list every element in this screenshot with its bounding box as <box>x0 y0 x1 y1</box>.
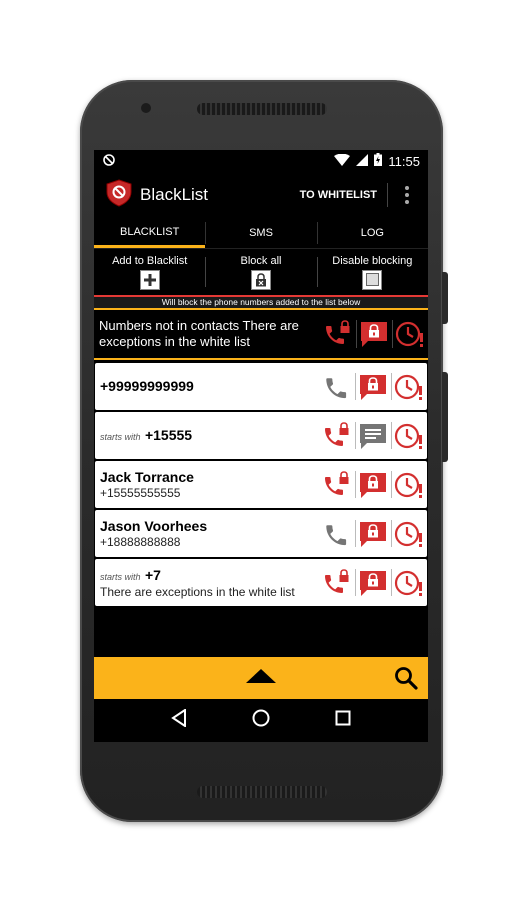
clock-time: 11:55 <box>388 153 420 169</box>
signal-icon <box>356 153 369 169</box>
sms-blocked-icon[interactable] <box>355 363 391 410</box>
app-bar: BlackList TO WHITELIST <box>94 172 428 218</box>
list-item-number: +7 <box>144 566 161 583</box>
phone-side-button <box>442 272 448 324</box>
phone-camera <box>141 103 151 113</box>
sms-blocked-icon[interactable] <box>355 461 391 508</box>
sms-allowed-icon[interactable] <box>355 412 391 459</box>
call-blocked-icon[interactable] <box>319 559 355 606</box>
recents-icon[interactable] <box>335 710 351 731</box>
bottom-bar <box>94 657 428 699</box>
phone-volume-button <box>442 372 448 462</box>
schedule-icon[interactable] <box>391 510 427 557</box>
schedule-icon[interactable] <box>391 461 427 508</box>
sms-blocked-icon[interactable] <box>355 559 391 606</box>
row-icons <box>319 510 427 557</box>
tab-blacklist[interactable]: BLACKLIST <box>94 218 206 248</box>
wifi-icon <box>334 153 351 169</box>
contact-number: +18888888888 <box>100 534 181 549</box>
tab-bar: BLACKLIST SMS LOG <box>94 218 428 248</box>
contact-name: Jack Torrance <box>100 468 194 485</box>
app-logo-icon <box>106 178 132 212</box>
action-bar: Add to Blacklist Block all Disable block… <box>94 248 428 295</box>
block-all-label: Block all <box>240 254 282 267</box>
list-item-number: +99999999999 <box>100 377 194 394</box>
call-blocked-icon[interactable] <box>319 412 355 459</box>
row-icons <box>319 559 427 606</box>
lock-icon <box>250 269 271 290</box>
list-item[interactable]: Jack Torrance +15555555555 <box>95 461 427 508</box>
block-all-button[interactable]: Block all <box>205 249 316 295</box>
schedule-icon[interactable] <box>391 559 427 606</box>
contact-number: +15555555555 <box>100 485 181 500</box>
blacklist-list: Numbers not in contacts There are except… <box>94 310 428 606</box>
back-icon[interactable] <box>171 708 187 732</box>
schedule-icon[interactable] <box>392 310 428 358</box>
phone-top-speaker <box>197 103 327 115</box>
call-blocked-icon[interactable] <box>319 461 355 508</box>
list-item-text: starts with +7 There are exceptions in t… <box>95 566 319 600</box>
status-bar: 11:55 <box>94 150 428 172</box>
contact-name: Jason Voorhees <box>100 517 208 534</box>
battery-icon <box>374 153 383 169</box>
info-banner: Will block the phone numbers added to th… <box>94 295 428 310</box>
starts-with-label: starts with <box>100 571 141 582</box>
list-item[interactable]: +99999999999 <box>95 363 427 410</box>
list-item-text: +99999999999 <box>95 377 319 396</box>
row-icons <box>319 412 427 459</box>
search-icon[interactable] <box>394 666 418 695</box>
sms-blocked-icon[interactable] <box>355 510 391 557</box>
starts-with-label: starts with <box>100 431 141 442</box>
to-whitelist-button[interactable]: TO WHITELIST <box>290 183 388 207</box>
list-item[interactable]: starts with +7 There are exceptions in t… <box>95 559 427 606</box>
call-allowed-icon[interactable] <box>319 510 355 557</box>
add-to-blacklist-label: Add to Blacklist <box>112 254 188 267</box>
exception-note: There are exceptions in the white list <box>100 584 295 599</box>
list-item-number: +15555 <box>144 426 193 443</box>
disable-blocking-label: Disable blocking <box>332 254 413 267</box>
list-item[interactable]: Numbers not in contacts There are except… <box>94 310 428 360</box>
overflow-menu-icon[interactable] <box>396 186 418 204</box>
row-icons <box>319 461 427 508</box>
scroll-up-icon[interactable] <box>246 668 276 688</box>
disable-blocking-button[interactable]: Disable blocking <box>316 249 428 295</box>
row-icons <box>319 363 427 410</box>
add-to-blacklist-button[interactable]: Add to Blacklist <box>94 249 205 295</box>
home-icon[interactable] <box>252 709 270 732</box>
app-title: BlackList <box>140 185 209 204</box>
call-allowed-icon[interactable] <box>319 363 355 410</box>
navigation-bar <box>94 699 428 742</box>
call-blocked-icon[interactable] <box>320 310 356 358</box>
block-status-icon <box>102 153 116 170</box>
row-icons <box>320 310 428 358</box>
list-item[interactable]: Jason Voorhees +18888888888 <box>95 510 427 557</box>
tab-sms[interactable]: SMS <box>205 218 316 248</box>
list-item[interactable]: starts with +15555 <box>95 412 427 459</box>
plus-icon <box>139 269 160 290</box>
schedule-icon[interactable] <box>391 363 427 410</box>
list-item-text: starts with +15555 <box>95 426 319 445</box>
phone-screen: 11:55 BlackList TO WHITELIST BLACKLIST S… <box>94 150 428 742</box>
phone-bottom-speaker <box>197 786 327 798</box>
list-item-text: Numbers not in contacts There are except… <box>99 318 299 349</box>
tab-log[interactable]: LOG <box>316 218 428 248</box>
checkbox-icon <box>362 269 383 290</box>
sms-blocked-icon[interactable] <box>356 310 392 358</box>
schedule-icon[interactable] <box>391 412 427 459</box>
list-item-text: Jason Voorhees +18888888888 <box>95 518 319 549</box>
list-item-text: Jack Torrance +15555555555 <box>95 469 319 500</box>
